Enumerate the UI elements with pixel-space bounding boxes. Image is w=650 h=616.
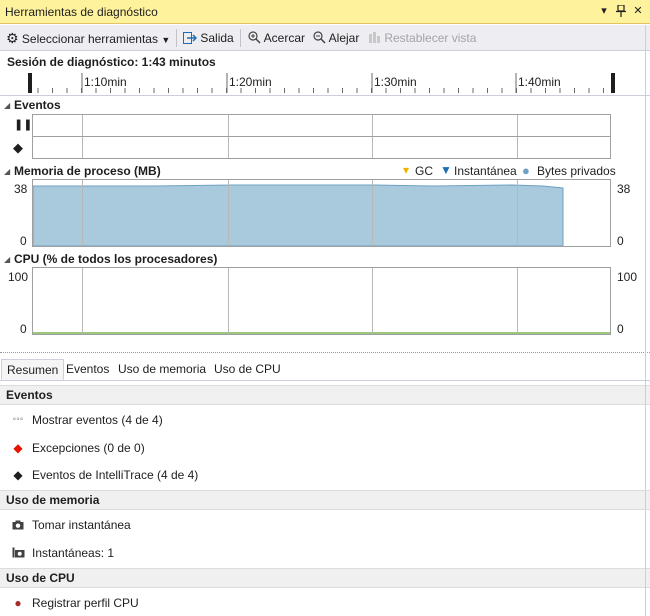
ruler-tick-label: 1:20min (229, 75, 272, 89)
private-bytes-legend-icon: ● (522, 163, 530, 178)
summary-tabs: Resumen Eventos Uso de memoria Uso de CP… (0, 359, 650, 381)
ruler-tick-label: 1:30min (374, 75, 417, 89)
select-tools-button[interactable]: ⚙ Seleccionar herramientas ▼ (6, 29, 170, 47)
zoom-in-label: Acercar (263, 31, 306, 45)
snapshots-icon (10, 541, 26, 565)
memory-group-header: Uso de memoria (0, 490, 650, 510)
pause-icon: ❚❚ (14, 119, 33, 131)
gc-marker-icon: ▾ (403, 163, 410, 177)
dropdown-icon[interactable]: ▾ (596, 3, 612, 19)
snapshots-count-label: Instantáneas: 1 (32, 546, 115, 560)
memory-y-max-left: 38 (14, 182, 28, 196)
exceptions-link[interactable]: ◆ Excepciones (0 de 0) (0, 436, 650, 460)
select-tools-label: Seleccionar herramientas (21, 32, 158, 46)
take-snapshot-label: Tomar instantánea (32, 518, 131, 532)
collapse-events-icon[interactable]: ◢ (4, 101, 10, 110)
timeline-ruler[interactable]: 1:10min 1:20min 1:30min 1:40min (0, 69, 650, 96)
cpu-chart[interactable] (32, 267, 611, 335)
collapse-cpu-icon[interactable]: ◢ (4, 255, 10, 264)
show-events-label: Mostrar eventos (4 de 4) (32, 413, 163, 427)
reset-view-label: Restablecer vista (384, 31, 477, 45)
memory-y-min-left: 0 (20, 234, 27, 248)
cpu-y-min-left: 0 (20, 322, 27, 336)
gear-icon: ⚙ (6, 30, 19, 46)
camera-icon (10, 513, 26, 537)
cpu-y-max-right: 100 (617, 270, 638, 284)
take-snapshot-link[interactable]: Tomar instantánea (0, 513, 650, 537)
collapse-memory-icon[interactable]: ◢ (4, 167, 10, 176)
chevron-down-icon: ▼ (161, 35, 171, 45)
pane-splitter[interactable] (0, 352, 650, 359)
ruler-tick-label: 1:40min (518, 75, 561, 89)
memory-lane-title: Memoria de proceso (MB) (14, 164, 161, 178)
cpu-group-header: Uso de CPU (0, 568, 650, 588)
tab-resumen[interactable]: Resumen (1, 359, 65, 380)
close-icon[interactable]: ✕ (630, 3, 646, 19)
zoom-in-icon (248, 31, 261, 44)
zoom-out-button[interactable]: Alejar (313, 29, 359, 47)
events-group-header: Eventos (0, 385, 650, 405)
intellitrace-events-link[interactable]: ◆ Eventos de IntelliTrace (4 de 4) (0, 463, 650, 487)
snapshots-count-link[interactable]: Instantáneas: 1 (0, 541, 650, 565)
exceptions-label: Excepciones (0 de 0) (32, 441, 145, 455)
exception-diamond-icon: ◆ (13, 441, 23, 455)
record-icon: ● (14, 596, 22, 610)
memory-y-min-right: 0 (617, 234, 624, 248)
record-cpu-profile-label: Registrar perfil CPU (32, 596, 139, 610)
reset-view-icon (369, 32, 380, 43)
legend-private-bytes: Bytes privados (537, 164, 616, 178)
session-duration: Sesión de diagnóstico: 1:43 minutos (7, 55, 216, 69)
snapshot-marker-icon: ▼ (440, 163, 452, 177)
cpu-lane-title: CPU (% de todos los procesadores) (14, 252, 218, 266)
events-list-icon: ◦◦◦ (12, 414, 24, 425)
legend-gc: GC (415, 164, 433, 178)
toolbar: ⚙ Seleccionar herramientas ▼ Salida Acer… (0, 25, 650, 51)
tab-eventos[interactable]: Eventos (61, 359, 114, 380)
tab-uso-cpu[interactable]: Uso de CPU (209, 359, 286, 380)
show-events-link[interactable]: ◦◦◦ Mostrar eventos (4 de 4) (0, 408, 650, 432)
title-bar: Herramientas de diagnóstico ▾ ✕ (0, 0, 650, 24)
cpu-y-min-right: 0 (617, 322, 624, 336)
private-bytes-area (33, 184, 564, 246)
right-border (645, 25, 646, 616)
intellitrace-diamond-icon: ◆ (13, 468, 23, 482)
memory-y-max-right: 38 (617, 182, 631, 196)
ruler-tick-label: 1:10min (84, 75, 127, 89)
events-lane-title: Eventos (14, 98, 61, 112)
intellitrace-events-label: Eventos de IntelliTrace (4 de 4) (32, 468, 199, 482)
cpu-y-max-left: 100 (8, 270, 29, 284)
pin-icon[interactable] (613, 3, 629, 19)
reset-view-button[interactable]: Restablecer vista (368, 29, 476, 47)
events-track-breaks[interactable] (32, 114, 611, 137)
zoom-in-button[interactable]: Acercar (248, 29, 305, 47)
toolbar-separator (176, 29, 177, 47)
zoom-out-icon (313, 31, 326, 44)
tab-uso-memoria[interactable]: Uso de memoria (113, 359, 211, 380)
exit-icon (183, 32, 198, 44)
diamond-icon: ◆ (13, 140, 23, 155)
record-cpu-profile-link[interactable]: ● Registrar perfil CPU (0, 591, 650, 615)
zoom-out-label: Alejar (328, 31, 360, 45)
window-title: Herramientas de diagnóstico (5, 5, 158, 19)
exit-button[interactable]: Salida (183, 29, 234, 47)
toolbar-separator (240, 29, 241, 47)
memory-chart[interactable] (32, 179, 611, 247)
legend-snapshot: Instantánea (454, 164, 517, 178)
exit-label: Salida (200, 31, 234, 45)
events-track-intellitrace[interactable] (32, 137, 611, 159)
